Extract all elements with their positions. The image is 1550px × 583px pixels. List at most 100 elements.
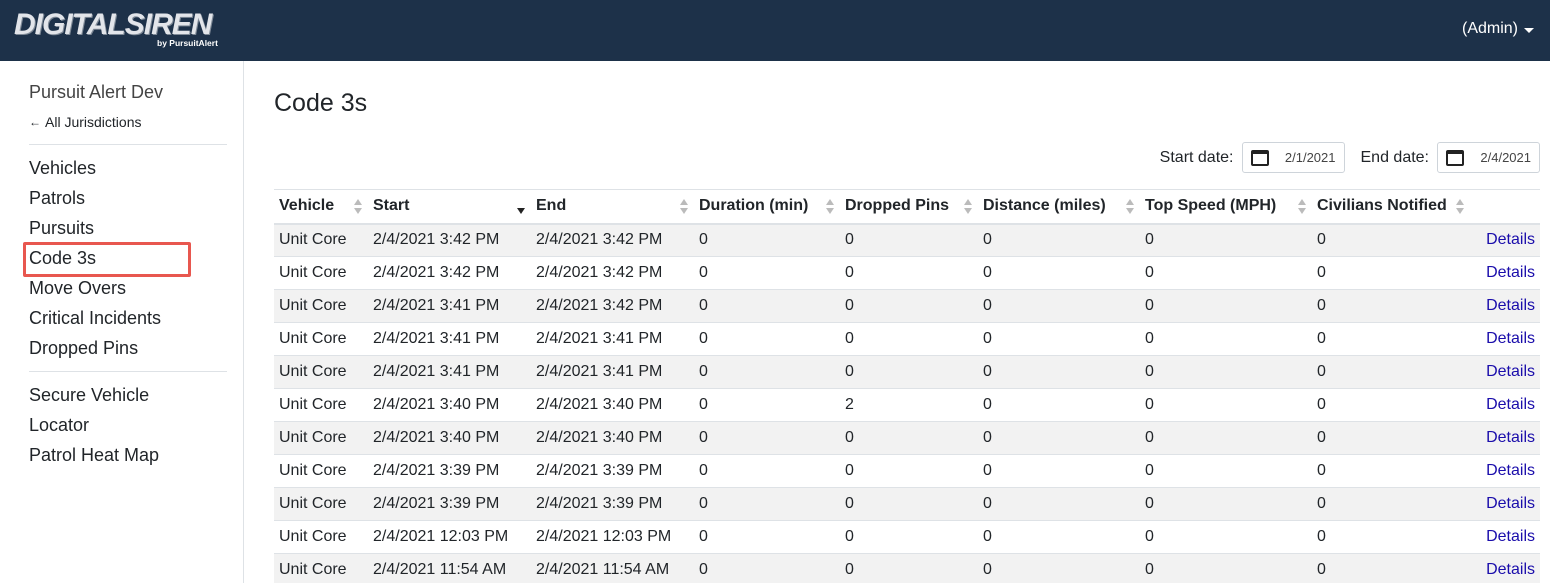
sidebar-item-critical-incidents[interactable]: Critical Incidents <box>29 307 161 329</box>
table-cell: 0 <box>1312 487 1470 521</box>
column-header-duration-min[interactable]: Duration (min) <box>694 189 840 225</box>
end-date-input[interactable]: 2/4/2021 <box>1437 142 1540 173</box>
table-cell: 2/4/2021 3:39 PM <box>368 454 531 488</box>
table-cell: 2/4/2021 3:42 PM <box>531 289 694 323</box>
table-cell: 0 <box>694 289 840 323</box>
details-link[interactable]: Details <box>1486 363 1535 380</box>
table-cell: 0 <box>840 256 978 290</box>
table-cell: 2 <box>840 388 978 422</box>
table-cell: 0 <box>978 454 1140 488</box>
details-link[interactable]: Details <box>1486 495 1535 512</box>
sidebar-item-secure-vehicle[interactable]: Secure Vehicle <box>29 384 149 406</box>
table-cell: 2/4/2021 3:41 PM <box>531 355 694 389</box>
table-cell: 0 <box>978 322 1140 356</box>
table-cell: 0 <box>840 421 978 455</box>
sidebar-item-patrols[interactable]: Patrols <box>29 187 85 209</box>
column-header-vehicle[interactable]: Vehicle <box>274 189 368 225</box>
sort-desc-icon <box>517 199 525 215</box>
table-cell: 0 <box>1312 388 1470 422</box>
table-cell: 0 <box>1312 322 1470 356</box>
sidebar: Pursuit Alert Dev ← All Jurisdictions Ve… <box>0 61 244 583</box>
table-cell: 0 <box>840 322 978 356</box>
details-cell: Details <box>1470 388 1540 422</box>
column-header-label: Start <box>373 197 410 215</box>
sidebar-divider <box>29 144 227 145</box>
column-header-distance-miles[interactable]: Distance (miles) <box>978 189 1140 225</box>
table-cell: 2/4/2021 3:39 PM <box>368 487 531 521</box>
table-row: Unit Core 2/4/2021 3:39 PM 2/4/2021 3:39 P… <box>274 487 1540 521</box>
table-cell: Unit Core <box>274 487 368 521</box>
sort-icon <box>680 199 688 215</box>
page-title: Code 3s <box>274 89 368 117</box>
column-header-end[interactable]: End <box>531 189 694 225</box>
table-cell: 0 <box>694 520 840 554</box>
table-row: Unit Core 2/4/2021 3:40 PM 2/4/2021 3:40 P… <box>274 421 1540 455</box>
table-cell: 2/4/2021 11:54 AM <box>368 553 531 583</box>
column-header-dropped-pins[interactable]: Dropped Pins <box>840 189 978 225</box>
details-link[interactable]: Details <box>1486 297 1535 314</box>
table-cell: 2/4/2021 12:03 PM <box>531 520 694 554</box>
sidebar-item-move-overs[interactable]: Move Overs <box>29 277 126 299</box>
sidebar-item-locator[interactable]: Locator <box>29 414 89 436</box>
table-cell: 0 <box>978 520 1140 554</box>
jurisdiction-name: Pursuit Alert Dev <box>29 82 164 102</box>
table-cell: 0 <box>1140 388 1312 422</box>
table-cell: 2/4/2021 12:03 PM <box>368 520 531 554</box>
logo-tagline: by PursuitAlert <box>157 38 218 48</box>
details-cell: Details <box>1470 454 1540 488</box>
table-cell: 0 <box>978 289 1140 323</box>
caret-down-icon <box>1524 27 1534 33</box>
details-link[interactable]: Details <box>1486 231 1535 248</box>
all-jurisdictions-link[interactable]: ← All Jurisdictions <box>29 114 141 130</box>
table-cell: 0 <box>978 256 1140 290</box>
sidebar-divider <box>29 371 227 372</box>
details-link[interactable]: Details <box>1486 561 1535 578</box>
column-header-label: Duration (min) <box>699 197 809 215</box>
sidebar-item-patrol-heat-map[interactable]: Patrol Heat Map <box>29 444 159 466</box>
table-row: Unit Core 2/4/2021 3:41 PM 2/4/2021 3:41 P… <box>274 322 1540 356</box>
details-link[interactable]: Details <box>1486 330 1535 347</box>
end-date-value: 2/4/2021 <box>1480 150 1531 165</box>
calendar-icon <box>1250 149 1269 166</box>
table-cell: Unit Core <box>274 223 368 257</box>
table-cell: 0 <box>694 487 840 521</box>
table-cell: 2/4/2021 3:40 PM <box>531 388 694 422</box>
user-menu-dropdown[interactable]: (Admin) <box>1462 20 1534 38</box>
details-link[interactable]: Details <box>1486 264 1535 281</box>
details-link[interactable]: Details <box>1486 429 1535 446</box>
table-row: Unit Core 2/4/2021 12:03 PM 2/4/2021 12:03… <box>274 520 1540 554</box>
table-cell: 2/4/2021 3:41 PM <box>368 289 531 323</box>
table-header-row: Vehicle Start End Duration (min) Dropped Pin… <box>274 189 1540 225</box>
sidebar-item-pursuits[interactable]: Pursuits <box>29 217 94 239</box>
details-cell: Details <box>1470 421 1540 455</box>
table-cell: 0 <box>978 388 1140 422</box>
table-cell: 0 <box>694 553 840 583</box>
column-header-top-speed-mph[interactable]: Top Speed (MPH) <box>1140 189 1312 225</box>
table-cell: 0 <box>978 223 1140 257</box>
sidebar-item-vehicles[interactable]: Vehicles <box>29 157 96 179</box>
table-cell: 0 <box>1312 553 1470 583</box>
digitalsiren-logo[interactable]: DIGITALSIREN by PursuitAlert <box>14 8 234 50</box>
details-link[interactable]: Details <box>1486 528 1535 545</box>
table-cell: 2/4/2021 3:40 PM <box>531 421 694 455</box>
column-header-label: Dropped Pins <box>845 197 950 215</box>
start-date-input[interactable]: 2/1/2021 <box>1241 142 1345 173</box>
table-cell: 0 <box>978 421 1140 455</box>
table-cell: 0 <box>1140 355 1312 389</box>
table-cell: 0 <box>1140 454 1312 488</box>
details-cell: Details <box>1470 322 1540 356</box>
table-cell: 0 <box>694 454 840 488</box>
table-cell: 0 <box>1140 520 1312 554</box>
table-cell: 2/4/2021 3:42 PM <box>368 223 531 257</box>
table-cell: 0 <box>840 355 978 389</box>
table-row: Unit Core 2/4/2021 3:42 PM 2/4/2021 3:42 P… <box>274 256 1540 290</box>
column-header-start[interactable]: Start <box>368 189 531 225</box>
column-header-civilians-notified[interactable]: Civilians Notified <box>1312 189 1470 225</box>
details-link[interactable]: Details <box>1486 462 1535 479</box>
sort-icon <box>1456 199 1464 215</box>
details-link[interactable]: Details <box>1486 396 1535 413</box>
column-header-label: Civilians Notified <box>1317 197 1447 215</box>
table-cell: Unit Core <box>274 256 368 290</box>
sidebar-item-dropped-pins[interactable]: Dropped Pins <box>29 337 138 359</box>
table-cell: Unit Core <box>274 553 368 583</box>
